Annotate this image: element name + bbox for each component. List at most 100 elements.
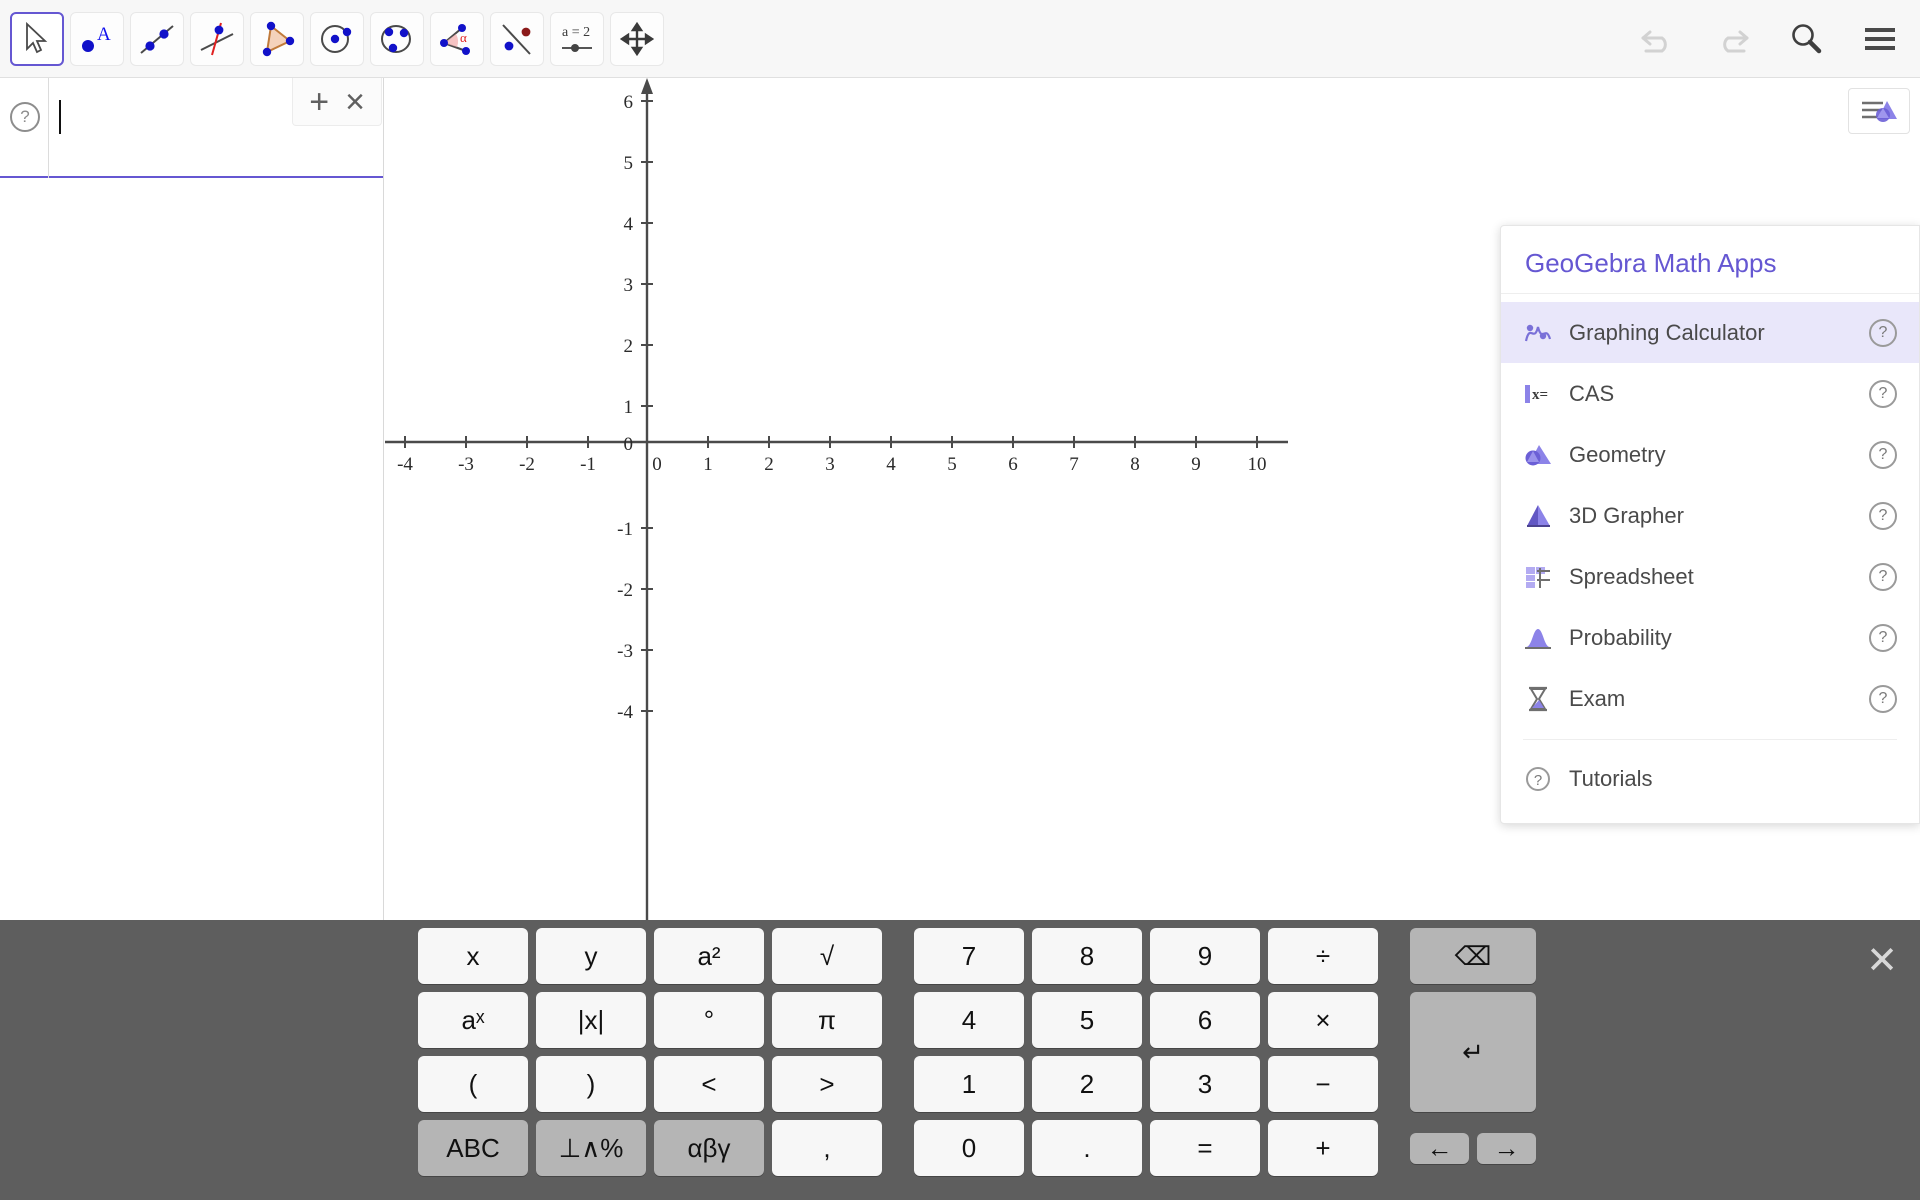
redo-button[interactable] <box>1710 17 1754 61</box>
perpendicular-line-icon <box>200 22 234 55</box>
app-help-icon[interactable]: ? <box>1869 501 1897 530</box>
key-arrow-right[interactable]: → <box>1477 1132 1536 1164</box>
keyboard-close-button[interactable]: ✕ <box>1866 942 1898 980</box>
polygon-tool[interactable] <box>250 11 304 66</box>
app-item-3d-grapher[interactable]: 3D Grapher ? <box>1501 485 1919 546</box>
key-6[interactable]: 6 <box>1150 992 1260 1048</box>
slider-tool[interactable]: a = 2 <box>550 11 604 66</box>
slider-a-equals-2-icon: a = 2 <box>562 25 592 52</box>
line-through-two-points-icon <box>140 24 174 54</box>
keyboard-numeric-block: 7 8 9 ÷ 4 5 6 × 1 2 3 − 0 . = + <box>914 928 1378 1176</box>
input-help-icon[interactable]: ? <box>10 102 40 132</box>
keyboard-math-block: x y a² √ aˣ |x| ° π ( ) < > ABC ⊥∧% αβγ … <box>418 928 882 1176</box>
key-power[interactable]: aˣ <box>418 992 528 1048</box>
app-label: Graphing Calculator <box>1569 319 1765 345</box>
add-row-button[interactable]: + <box>309 85 329 119</box>
circle-tool[interactable] <box>310 11 364 66</box>
key-y[interactable]: y <box>536 928 646 984</box>
app-help-icon[interactable]: ? <box>1869 318 1897 347</box>
app-item-cas[interactable]: x= CAS ? <box>1501 363 1919 424</box>
key-arrow-left[interactable]: ← <box>1410 1132 1469 1164</box>
svg-text:1: 1 <box>624 397 634 418</box>
math-apps-title: GeoGebra Math Apps <box>1501 226 1919 294</box>
app-item-spreadsheet[interactable]: Spreadsheet ? <box>1501 546 1919 607</box>
key-0[interactable]: 0 <box>914 1120 1024 1176</box>
key-4[interactable]: 4 <box>914 992 1024 1048</box>
svg-text:4: 4 <box>886 454 896 475</box>
key-7[interactable]: 7 <box>914 928 1024 984</box>
key-9[interactable]: 9 <box>1150 928 1260 984</box>
key-equals[interactable]: = <box>1150 1120 1260 1176</box>
main-toolbar: A α a = 2 <box>0 0 1920 78</box>
key-divide[interactable]: ÷ <box>1268 928 1378 984</box>
undo-button[interactable] <box>1636 17 1680 61</box>
move-graphics-tool[interactable] <box>610 11 664 66</box>
key-enter[interactable]: ↵ <box>1410 992 1536 1112</box>
app-item-tutorials[interactable]: ? Tutorials <box>1501 748 1919 809</box>
key-square[interactable]: a² <box>654 928 764 984</box>
key-3[interactable]: 3 <box>1150 1056 1260 1112</box>
line-tool[interactable] <box>130 11 184 66</box>
angle-tool[interactable]: α <box>430 11 484 66</box>
probability-icon <box>1523 624 1569 652</box>
reflect-tool[interactable] <box>490 11 544 66</box>
search-button[interactable] <box>1784 17 1828 61</box>
key-5[interactable]: 5 <box>1032 992 1142 1048</box>
key-sqrt[interactable]: √ <box>772 928 882 984</box>
app-help-icon[interactable]: ? <box>1869 562 1897 591</box>
key-degree[interactable]: ° <box>654 992 764 1048</box>
app-item-geometry[interactable]: Geometry ? <box>1501 424 1919 485</box>
move-tool[interactable] <box>10 11 64 66</box>
svg-text:a = 2: a = 2 <box>562 25 590 40</box>
key-8[interactable]: 8 <box>1032 928 1142 984</box>
app-help-icon[interactable]: ? <box>1869 623 1897 652</box>
key-paren-open[interactable]: ( <box>418 1056 528 1112</box>
app-label: CAS <box>1569 380 1615 406</box>
key-decimal[interactable]: . <box>1032 1120 1142 1176</box>
point-tool[interactable]: A <box>70 11 124 66</box>
algebra-view: ? + × <box>0 78 384 920</box>
svg-text:α: α <box>460 30 467 45</box>
ellipse-tool[interactable] <box>370 11 424 66</box>
key-2[interactable]: 2 <box>1032 1056 1142 1112</box>
svg-text:-3: -3 <box>458 454 474 475</box>
svg-text:-1: -1 <box>617 519 633 540</box>
app-help-icon[interactable]: ? <box>1869 684 1897 713</box>
app-item-exam[interactable]: Exam ? <box>1501 668 1919 729</box>
question-mark-icon: ? <box>1523 765 1569 793</box>
svg-text:0: 0 <box>624 434 634 455</box>
circle-center-point-icon <box>321 24 352 53</box>
text-caret <box>59 100 61 134</box>
graphics-style-bar-icon <box>1862 101 1897 122</box>
key-operators[interactable]: ⊥∧% <box>536 1120 646 1176</box>
svg-text:-2: -2 <box>519 454 535 475</box>
app-label: Tutorials <box>1569 765 1653 791</box>
close-row-button[interactable]: × <box>345 85 365 119</box>
graphics-style-bar-button[interactable] <box>1848 88 1910 134</box>
app-item-graphing-calculator[interactable]: Graphing Calculator ? <box>1501 302 1919 363</box>
key-pi[interactable]: π <box>772 992 882 1048</box>
svg-text:2: 2 <box>764 454 774 475</box>
key-x[interactable]: x <box>418 928 528 984</box>
key-abc[interactable]: ABC <box>418 1120 528 1176</box>
key-greater-than[interactable]: > <box>772 1056 882 1112</box>
key-1[interactable]: 1 <box>914 1056 1024 1112</box>
svg-text:3: 3 <box>825 454 835 475</box>
key-less-than[interactable]: < <box>654 1056 764 1112</box>
key-paren-close[interactable]: ) <box>536 1056 646 1112</box>
ellipse-icon <box>381 24 411 53</box>
key-greek[interactable]: αβγ <box>654 1120 764 1176</box>
key-plus[interactable]: + <box>1268 1120 1378 1176</box>
key-minus[interactable]: − <box>1268 1056 1378 1112</box>
key-multiply[interactable]: × <box>1268 992 1378 1048</box>
key-comma[interactable]: , <box>772 1120 882 1176</box>
app-item-probability[interactable]: Probability ? <box>1501 607 1919 668</box>
app-help-icon[interactable]: ? <box>1869 440 1897 469</box>
key-backspace[interactable]: ⌫ <box>1410 928 1536 984</box>
algebra-input-row[interactable]: ? + × <box>0 78 383 178</box>
perpendicular-line-tool[interactable] <box>190 11 244 66</box>
key-abs[interactable]: |x| <box>536 992 646 1048</box>
svg-text:6: 6 <box>1008 454 1018 475</box>
menu-button[interactable] <box>1858 17 1902 61</box>
app-help-icon[interactable]: ? <box>1869 379 1897 408</box>
